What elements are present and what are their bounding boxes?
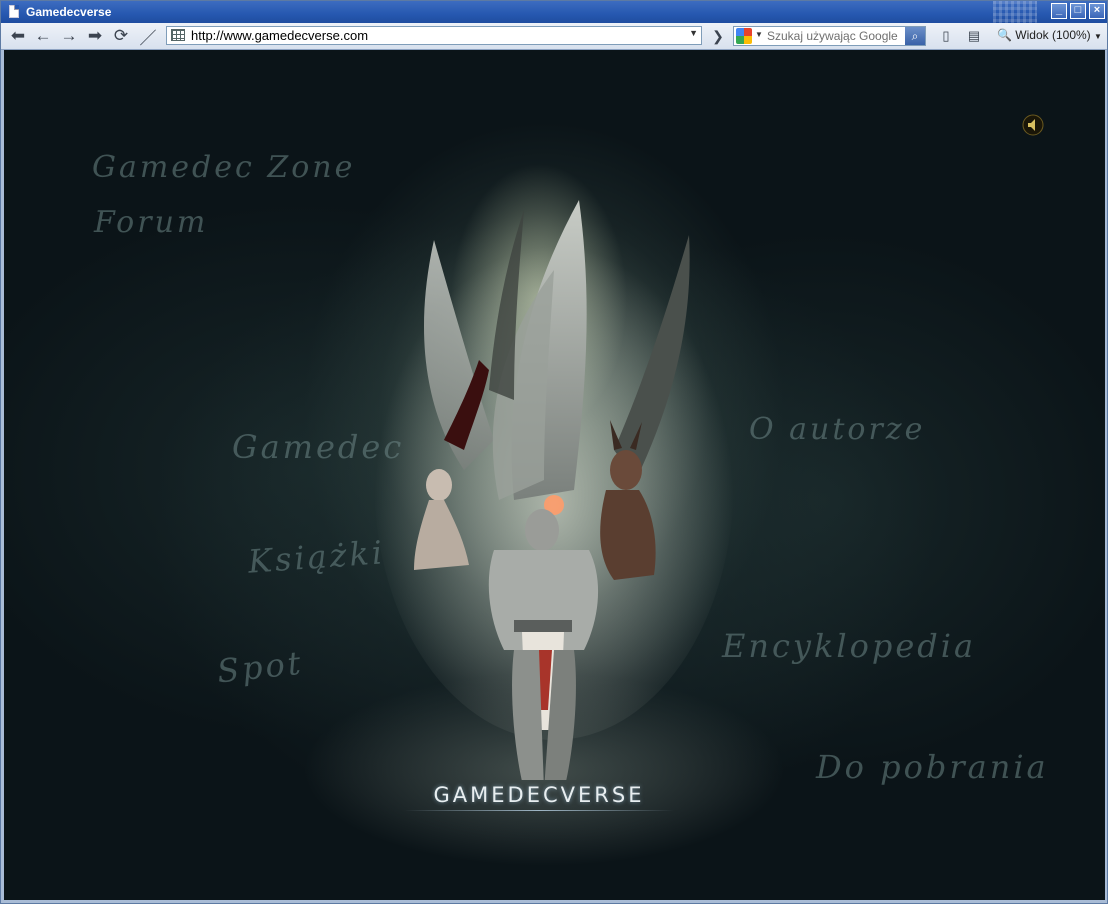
search-engine-dropdown-icon[interactable]: ▼ [755,30,763,39]
nav-link-do-pobrania[interactable]: Do pobrania [816,748,1049,786]
maximize-button[interactable]: □ [1070,3,1086,19]
edit-icon[interactable]: ／ [137,26,159,48]
nav-link-gamedec-zone[interactable]: Gamedec Zone [92,150,355,185]
address-bar[interactable]: ▼ [166,26,702,45]
next-icon[interactable]: → [58,26,80,46]
back-icon[interactable]: ⬅ [7,26,29,46]
page-icon[interactable]: ▯ [935,26,957,46]
navigation-toolbar: ⬅ ← → ➡ ⟳ ／ ▼ ❯ ▼ ⌕ ▯ ▤ 🔍 Widok (100%) ▼ [1,23,1107,50]
url-input[interactable] [191,27,681,44]
tools-icon[interactable]: ▤ [963,26,985,46]
title-bar: Gamedecverse _ □ × [1,1,1107,23]
go-arrow-icon[interactable]: ❯ [707,26,729,46]
magnifier-icon: 🔍 [997,28,1012,42]
site-logo: GAMEDECVERSE [404,783,674,811]
close-button[interactable]: × [1089,3,1105,19]
logo-underline [404,810,674,811]
forward-icon[interactable]: ➡ [84,26,106,46]
logo-text: GAMEDECVERSE [433,783,645,807]
speaker-icon[interactable] [1022,114,1044,136]
title-bar-decoration [993,1,1037,23]
browser-window: Gamedecverse _ □ × ⬅ ← → ➡ ⟳ ／ ▼ ❯ ▼ ⌕ ▯… [0,0,1108,904]
zoom-control[interactable]: 🔍 Widok (100%) ▼ [997,28,1102,42]
zoom-label: Widok (100%) [1015,28,1091,42]
minimize-button[interactable]: _ [1051,3,1067,19]
nav-link-forum[interactable]: Forum [94,205,208,240]
hero-artwork [374,200,734,780]
search-input[interactable] [767,28,903,44]
nav-link-o-autorze[interactable]: O autorze [749,412,925,447]
nav-link-gamedec[interactable]: Gamedec [232,428,404,466]
page-content: Gamedec Zone Forum Gamedec Książki Spot … [4,50,1105,900]
document-icon [9,5,19,18]
chevron-down-icon: ▼ [1094,32,1102,41]
search-box[interactable]: ▼ ⌕ [733,26,926,46]
prev-icon[interactable]: ← [32,26,54,46]
search-icon[interactable]: ⌕ [905,27,925,45]
reload-icon[interactable]: ⟳ [110,26,132,46]
nav-link-encyklopedia[interactable]: Encyklopedia [722,627,976,665]
google-icon[interactable] [736,28,752,44]
chevron-down-icon[interactable]: ▼ [689,28,698,38]
site-icon [171,29,185,41]
window-title: Gamedecverse [26,5,112,19]
